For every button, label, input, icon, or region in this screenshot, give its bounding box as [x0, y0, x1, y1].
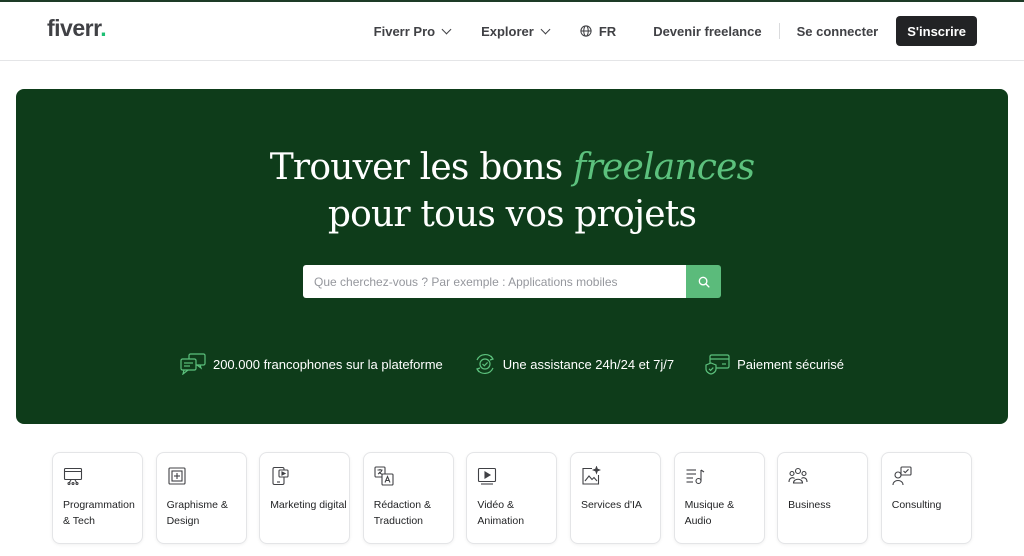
category-card-business[interactable]: Business [777, 452, 869, 544]
chat-bubbles-icon [180, 353, 206, 375]
nav-fiverr-pro-label: Fiverr Pro [373, 23, 436, 39]
feature-community-text: 200.000 francophones sur la plateforme [212, 356, 443, 372]
category-card-digital-marketing[interactable]: Marketing digital [259, 452, 351, 544]
programming-icon [63, 467, 83, 486]
globe-icon [580, 25, 592, 37]
hero-title-accent: freelances [573, 147, 755, 188]
nav-sign-in-label: Se connecter [796, 23, 879, 39]
nav-language-label: FR [598, 23, 617, 39]
category-label: Programmation & Tech [63, 499, 135, 527]
category-card-music-audio[interactable]: Musique & Audio [673, 452, 765, 544]
category-list: Programmation & Tech Graphisme & Design … [52, 452, 972, 544]
secure-card-icon [705, 354, 730, 375]
feature-support-text: Une assistance 24h/24 et 7j/7 [502, 356, 675, 372]
support-clock-icon [475, 354, 494, 374]
nav-explore[interactable]: Explorer [481, 23, 551, 39]
category-card-programming[interactable]: Programmation & Tech [52, 452, 143, 544]
main-nav: Fiverr Pro Explorer FR Devenir freelance… [374, 16, 977, 46]
category-card-writing-translation[interactable]: Rédaction & Traduction [362, 452, 454, 544]
category-card-graphic-design[interactable]: Graphisme & Design [155, 452, 247, 544]
consulting-icon [892, 466, 912, 486]
category-label: Business [788, 499, 831, 511]
nav-become-freelance[interactable]: Devenir freelance [653, 24, 761, 39]
category-label: Services d'IA [580, 499, 642, 511]
translation-icon [374, 466, 394, 486]
join-button[interactable]: S'inscrire [896, 16, 977, 46]
category-card-consulting[interactable]: Consulting [880, 452, 972, 544]
hero-features: 200.000 francophones sur la plateforme U… [16, 353, 1008, 375]
hero-title-part1: Trouver les bons [269, 147, 574, 188]
feature-payment-text: Paiement sécurisé [737, 356, 845, 372]
chevron-down-icon [540, 24, 551, 34]
nav-sign-in[interactable]: Se connecter [797, 24, 879, 39]
feature-community: 200.000 francophones sur la plateforme [180, 353, 443, 375]
chevron-down-icon [441, 24, 452, 34]
site-header: fiverr. Fiverr Pro Explorer FR Devenir f… [0, 2, 1024, 61]
music-icon [686, 469, 704, 485]
feature-payment: Paiement sécurisé [704, 353, 844, 375]
hero-title: Trouver les bons freelances pour tous vo… [16, 144, 1008, 238]
ai-services-icon [582, 466, 601, 485]
category-label: Marketing digital [270, 499, 347, 511]
digital-marketing-icon [272, 466, 289, 486]
category-card-ai-services[interactable]: Services d'IA [569, 452, 661, 544]
category-label: Consulting [891, 499, 942, 511]
category-label: Graphisme & Design [166, 499, 228, 527]
search-icon [698, 276, 710, 288]
business-icon [788, 467, 808, 484]
category-card-video-animation[interactable]: Vidéo & Animation [466, 452, 558, 544]
video-icon [478, 467, 497, 485]
search-bar [303, 265, 721, 298]
join-button-label: S'inscrire [907, 23, 966, 39]
graphic-design-icon [168, 467, 186, 485]
category-label: Rédaction & Traduction [373, 499, 431, 527]
category-label: Musique & Audio [684, 499, 735, 527]
feature-support: Une assistance 24h/24 et 7j/7 [474, 353, 674, 375]
hero-banner: Trouver les bons freelances pour tous vo… [16, 89, 1008, 424]
search-button[interactable] [686, 265, 721, 298]
hero-title-line2: pour tous vos projets [327, 194, 697, 235]
search-input[interactable] [303, 265, 686, 298]
fiverr-logo[interactable]: fiverr. [47, 15, 107, 42]
nav-language[interactable]: FR [580, 24, 616, 39]
nav-fiverr-pro[interactable]: Fiverr Pro [373, 23, 452, 39]
nav-explore-label: Explorer [481, 23, 534, 39]
category-label: Vidéo & Animation [477, 499, 525, 527]
nav-divider [778, 23, 780, 39]
nav-become-freelance-label: Devenir freelance [653, 23, 762, 39]
